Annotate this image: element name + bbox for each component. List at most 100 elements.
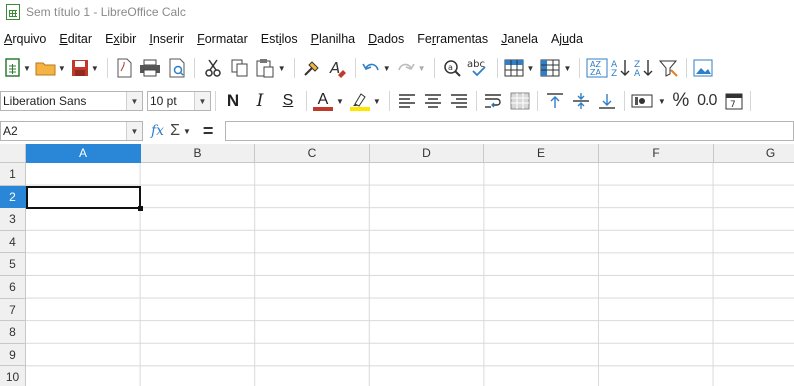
paste-dropdown-icon[interactable]: ▼ <box>278 64 286 73</box>
sum-icon[interactable]: Σ <box>170 122 180 140</box>
align-left-icon[interactable] <box>394 89 420 113</box>
formula-input[interactable] <box>225 121 794 141</box>
open-dropdown-icon[interactable]: ▼ <box>58 64 66 73</box>
select-all-corner[interactable] <box>0 144 26 163</box>
row-header-7[interactable]: 7 <box>0 299 26 321</box>
spelling-icon[interactable]: abc <box>465 56 493 80</box>
sum-dropdown-icon[interactable]: ▼ <box>183 127 191 136</box>
underline-button[interactable]: S <box>274 89 302 113</box>
menu-dados[interactable]: Dados <box>368 32 404 46</box>
clear-formatting-icon[interactable]: A <box>325 56 351 80</box>
menu-arquivo[interactable]: Arquivo <box>4 32 46 46</box>
redo-icon[interactable] <box>395 56 417 80</box>
row-header-1[interactable]: 1 <box>0 163 26 186</box>
paste-icon[interactable] <box>253 56 277 80</box>
undo-icon[interactable] <box>360 56 382 80</box>
svg-text:a: a <box>448 63 453 72</box>
column-header-e[interactable]: E <box>484 144 599 163</box>
svg-text:abc: abc <box>467 59 485 70</box>
menu-janela[interactable]: Janela <box>501 32 538 46</box>
row-header-2[interactable]: 2 <box>0 186 26 208</box>
column-header-c[interactable]: C <box>255 144 370 163</box>
print-preview-icon[interactable] <box>164 56 190 80</box>
date-format-icon[interactable]: 7 <box>722 89 746 113</box>
save-dropdown-icon[interactable]: ▼ <box>91 64 99 73</box>
export-pdf-icon[interactable] <box>112 56 136 80</box>
redo-dropdown-icon[interactable]: ▼ <box>418 64 426 73</box>
merge-cells-icon[interactable] <box>507 89 533 113</box>
autofilter-icon[interactable] <box>656 56 682 80</box>
center-vertically-icon[interactable] <box>568 89 594 113</box>
row-dropdown-icon[interactable]: ▼ <box>527 64 535 73</box>
sort-ascending-icon[interactable]: AZ <box>610 56 632 80</box>
row-header-4[interactable]: 4 <box>0 231 26 253</box>
highlight-color-button[interactable] <box>348 89 372 113</box>
font-name-dropdown-icon[interactable]: ▼ <box>126 92 142 110</box>
font-name-value: Liberation Sans <box>3 94 87 108</box>
sort-descending-icon[interactable]: ZA <box>632 56 656 80</box>
font-size-dropdown-icon[interactable]: ▼ <box>194 92 210 110</box>
name-box-dropdown-icon[interactable]: ▼ <box>126 122 142 140</box>
font-size-box[interactable]: 10 pt ▼ <box>147 91 211 111</box>
wrap-text-icon[interactable] <box>481 89 507 113</box>
column-header-a[interactable]: A <box>26 144 141 163</box>
italic-button[interactable]: I <box>246 89 274 113</box>
undo-dropdown-icon[interactable]: ▼ <box>383 64 391 73</box>
menu-planilha[interactable]: Planilha <box>311 32 355 46</box>
bold-button[interactable]: N <box>220 89 246 113</box>
font-name-box[interactable]: Liberation Sans ▼ <box>0 91 143 111</box>
column-dropdown-icon[interactable]: ▼ <box>563 64 571 73</box>
insert-image-icon[interactable] <box>691 56 715 80</box>
row-header-6[interactable]: 6 <box>0 276 26 299</box>
row-header-5[interactable]: 5 <box>0 253 26 276</box>
font-color-letter: A <box>317 90 329 108</box>
font-color-button[interactable]: A <box>311 89 335 113</box>
cut-icon[interactable] <box>199 56 227 80</box>
menu-formatar[interactable]: Formatar <box>197 32 248 46</box>
name-box[interactable]: A2 ▼ <box>0 121 143 141</box>
new-spreadsheet-icon[interactable] <box>4 56 22 80</box>
font-color-dropdown-icon[interactable]: ▼ <box>336 97 344 106</box>
row-header-9[interactable]: 9 <box>0 344 26 366</box>
menu-exibir[interactable]: Exibir <box>105 32 136 46</box>
currency-format-icon[interactable] <box>629 89 657 113</box>
align-top-icon[interactable] <box>542 89 568 113</box>
menu-editar[interactable]: Editar <box>59 32 92 46</box>
open-folder-icon[interactable] <box>35 56 57 80</box>
print-icon[interactable] <box>136 56 164 80</box>
menu-ferramentas[interactable]: Ferramentas <box>417 32 488 46</box>
clone-formatting-icon[interactable] <box>299 56 325 80</box>
font-size-value: 10 pt <box>150 94 177 108</box>
svg-text:ZA: ZA <box>590 68 601 77</box>
svg-text:A: A <box>329 59 340 77</box>
column-header-b[interactable]: B <box>141 144 255 163</box>
save-icon[interactable] <box>70 56 90 80</box>
menu-ajuda[interactable]: Ajuda <box>551 32 583 46</box>
active-cell-cursor[interactable] <box>26 186 143 211</box>
column-header-g[interactable]: G <box>714 144 794 163</box>
new-dropdown-icon[interactable]: ▼ <box>23 64 31 73</box>
column-header-d[interactable]: D <box>370 144 484 163</box>
percent-format-button[interactable]: % <box>670 89 692 113</box>
highlight-dropdown-icon[interactable]: ▼ <box>373 97 381 106</box>
row-header-3[interactable]: 3 <box>0 208 26 231</box>
copy-icon[interactable] <box>227 56 253 80</box>
number-format-button[interactable]: 0.0 <box>692 89 722 113</box>
formula-icon[interactable]: = <box>203 121 214 142</box>
menu-inserir[interactable]: Inserir <box>149 32 184 46</box>
align-center-icon[interactable] <box>420 89 446 113</box>
align-bottom-icon[interactable] <box>594 89 620 113</box>
sort-icon[interactable]: AZ ZA <box>584 56 610 80</box>
menu-estilos[interactable]: Estilos <box>261 32 298 46</box>
find-replace-icon[interactable]: a <box>439 56 465 80</box>
column-header-f[interactable]: F <box>599 144 714 163</box>
column-icon[interactable] <box>538 56 562 80</box>
currency-dropdown-icon[interactable]: ▼ <box>658 97 666 106</box>
row-header-8[interactable]: 8 <box>0 321 26 344</box>
row-header-10[interactable]: 10 <box>0 366 26 386</box>
cell-area[interactable] <box>26 163 794 386</box>
align-right-icon[interactable] <box>446 89 472 113</box>
title-bar: Sem título 1 - LibreOffice Calc <box>0 0 794 24</box>
function-wizard-icon[interactable]: fx <box>151 123 164 139</box>
row-icon[interactable] <box>502 56 526 80</box>
